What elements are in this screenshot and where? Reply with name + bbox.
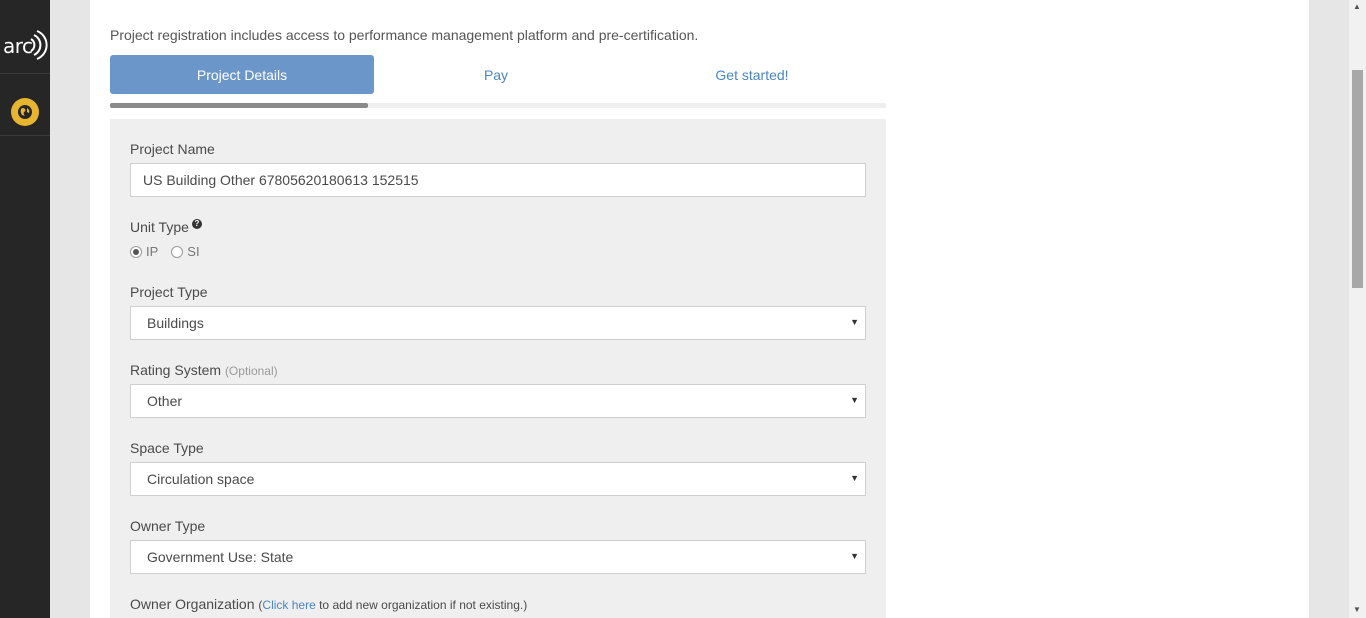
unit-type-si-radio[interactable]	[171, 245, 184, 258]
rating-system-value: Other	[147, 393, 183, 409]
unit-type-si-label: SI	[187, 244, 200, 259]
owner-organization-label-text: Owner Organization	[130, 596, 255, 612]
project-name-input[interactable]	[130, 163, 866, 197]
sidebar: arc	[0, 0, 50, 618]
arc-logo-icon	[30, 30, 48, 60]
globe-icon	[18, 105, 32, 119]
space-type-select[interactable]: Circulation space ▼	[130, 462, 866, 496]
chevron-down-icon: ▼	[850, 317, 859, 327]
scroll-thumb[interactable]	[1352, 70, 1363, 288]
owner-organization-label: Owner Organization (Click here to add ne…	[130, 596, 527, 612]
optional-hint: (Optional)	[224, 364, 278, 378]
arc-logo[interactable]: arc	[0, 14, 50, 74]
scroll-up-icon[interactable]: ▲	[1353, 2, 1361, 11]
page-scrollbar[interactable]: ▲ ▼	[1349, 0, 1366, 618]
tab-project-details[interactable]: Project Details	[110, 55, 374, 94]
unit-type-label-text: Unit Type	[130, 219, 189, 235]
rating-system-select[interactable]: Other ▼	[130, 384, 866, 418]
chevron-down-icon: ▼	[850, 551, 859, 561]
unit-type-ip-radio[interactable]	[130, 245, 142, 258]
project-type-select[interactable]: Buildings ▼	[130, 306, 866, 340]
unit-type-ip-label: IP	[146, 244, 159, 259]
rating-system-label-text: Rating System	[130, 362, 222, 378]
project-name-label: Project Name	[130, 141, 215, 157]
space-type-label: Space Type	[130, 440, 204, 456]
owner-type-value: Government Use: State	[147, 549, 294, 565]
sidebar-item-projects[interactable]	[0, 88, 50, 136]
chevron-down-icon: ▼	[850, 395, 859, 405]
owner-type-label: Owner Type	[130, 518, 206, 534]
chevron-down-icon: ▼	[850, 473, 859, 483]
scroll-down-icon[interactable]: ▼	[1353, 605, 1361, 614]
project-type-label: Project Type	[130, 284, 208, 300]
rating-system-label: Rating System (Optional)	[130, 362, 278, 378]
progress-track	[110, 103, 886, 108]
project-type-value: Buildings	[147, 315, 204, 331]
tab-pay[interactable]: Pay	[364, 55, 628, 94]
intro-text: Project registration includes access to …	[110, 27, 699, 43]
help-icon[interactable]: ?	[191, 219, 202, 230]
tab-get-started[interactable]: Get started!	[620, 55, 884, 94]
unit-type-radio-group: IP SI	[130, 244, 213, 259]
unit-type-label: Unit Type?	[130, 219, 202, 235]
space-type-value: Circulation space	[147, 471, 255, 487]
progress-fill	[110, 103, 369, 108]
owner-type-select[interactable]: Government Use: State ▼	[130, 540, 866, 574]
add-organization-link[interactable]: Click here	[262, 598, 315, 612]
owner-organization-hint: to add new organization if not existing.…	[315, 598, 528, 612]
